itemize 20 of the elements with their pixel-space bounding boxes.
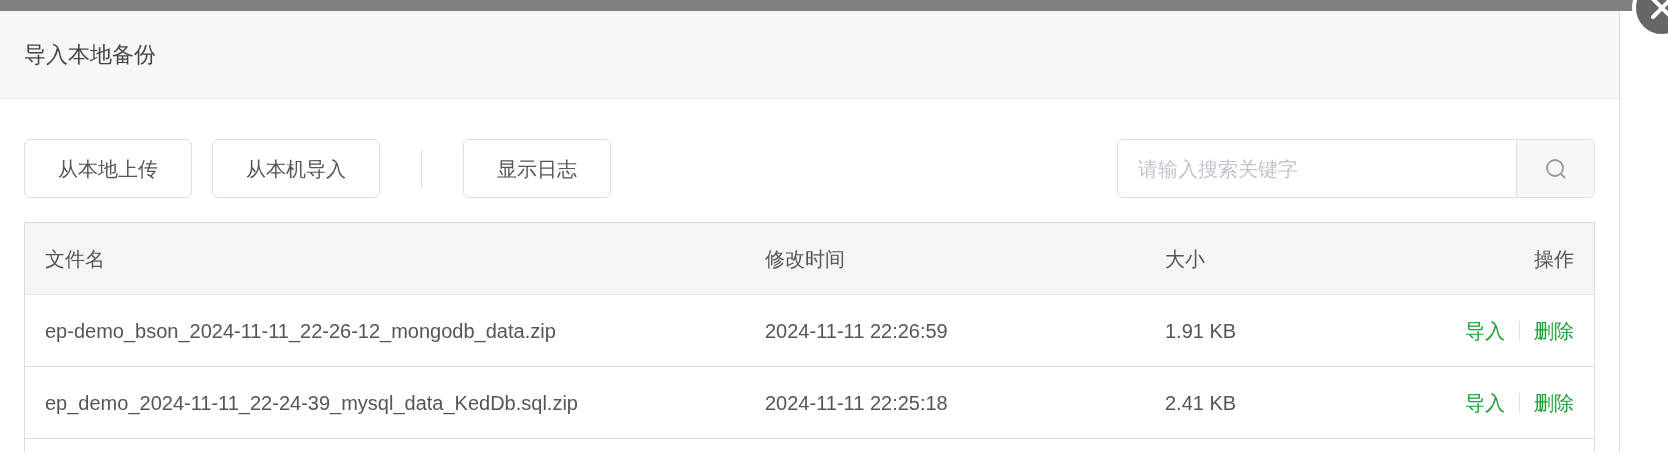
table-cell-text: ep_demo_2024-11-11_22-24-39_mysql_data_KedDb.sql.zip xyxy=(45,390,578,417)
toolbar-button[interactable]: 从本机导入 xyxy=(212,139,380,198)
column-header: 修改时间 xyxy=(765,246,845,272)
toolbar-button[interactable]: 从本地上传 xyxy=(24,139,192,198)
search-field[interactable]: 请输入搜索关键字 xyxy=(1117,139,1517,198)
delete-link[interactable]: 删除 xyxy=(1534,387,1574,418)
dialog-title: 导入本地备份 xyxy=(24,41,156,69)
import-link[interactable]: 导入 xyxy=(1465,315,1505,346)
show-log-button[interactable]: 显示日志 xyxy=(463,139,611,198)
search-icon xyxy=(1543,156,1568,181)
table-cell-text: 2.41 KB xyxy=(1165,390,1237,416)
column-header: 文件名 xyxy=(45,246,105,272)
table-cell-text: 2024-11-11 22:25:18 xyxy=(765,390,948,416)
import-link[interactable]: 导入 xyxy=(1465,387,1505,418)
table-cell-text: 2024-11-11 22:26:59 xyxy=(765,318,948,344)
table-cell-text: 1.91 KB xyxy=(1165,318,1237,344)
column-header: 操作 xyxy=(1534,246,1574,272)
delete-link[interactable]: 删除 xyxy=(1534,315,1574,346)
column-header: 大小 xyxy=(1165,246,1205,272)
table-cell-text: ep-demo_bson_2024-11-11_22-26-12_mongodb_data.zip xyxy=(45,318,556,345)
